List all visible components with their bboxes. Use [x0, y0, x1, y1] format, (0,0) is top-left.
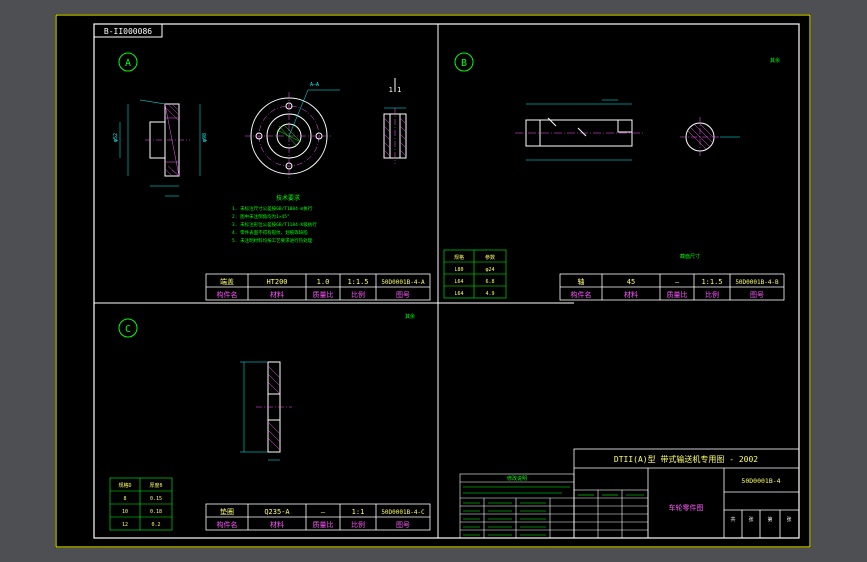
- table-b-r1c1: L80: [454, 267, 463, 273]
- tech-note-4: 4. 零件表面不得有裂纹、划痕等缺陷: [232, 229, 308, 236]
- main-title-code: 50D0001B-4: [741, 477, 780, 485]
- tb-b-h-qty: 质量比: [667, 290, 688, 299]
- roughness-note-b: 其余: [770, 57, 780, 64]
- table-c-r2c1: 10: [122, 509, 128, 515]
- tb-a-qty: 1.0: [317, 278, 330, 286]
- tech-note-3: 3. 未标注形位公差按GB/T1184-K级执行: [232, 221, 317, 228]
- tb-c-code: 50D0001B-4-C: [381, 509, 425, 516]
- view-c-label: C: [125, 324, 131, 335]
- main-title: DTII(A)型 带式输送机专用图 - 2002: [614, 454, 758, 464]
- tb-a-h-material: 材料: [270, 290, 284, 299]
- table-c-r3c1: 12: [122, 522, 128, 528]
- table-c-r3c2: 0.2: [151, 522, 160, 528]
- section-label: 1:1: [389, 86, 402, 94]
- dim-a2: φ98: [202, 133, 208, 142]
- tech-notes-title: 技术要求: [276, 194, 300, 202]
- footer-label-4: 张: [786, 516, 791, 523]
- tb-a-h-qty: 质量比: [313, 290, 334, 299]
- tb-a-code: 50D0001B-4-A: [381, 279, 425, 286]
- view-b-label: B: [461, 58, 467, 69]
- table-b-r2c1: L64: [454, 279, 463, 285]
- tb-c-part: 垫圈: [220, 507, 234, 516]
- tb-c-h-material: 材料: [270, 520, 284, 529]
- footer-label-2: 张: [748, 516, 753, 523]
- table-c-r1c1: 8: [123, 496, 126, 502]
- tb-a-part: 端盖: [220, 277, 234, 286]
- table-b-r1c2: φ24: [485, 267, 494, 273]
- table-b-r3c1: L64: [454, 291, 463, 297]
- table-b-h2: 参数: [485, 254, 495, 261]
- tb-c-h-scale: 比例: [351, 520, 365, 529]
- tb-c-scale: 1:1: [352, 508, 365, 516]
- table-c-h2: 厚度δ: [149, 482, 162, 489]
- table-b-r3c2: 4.9: [485, 291, 494, 297]
- tb-c-h-part: 构件名: [217, 520, 238, 529]
- tb-c-h-qty: 质量比: [313, 520, 334, 529]
- tb-a-material: HT200: [266, 278, 287, 286]
- table-c-r1c2: 0.15: [150, 496, 162, 502]
- footer-label-1: 共: [730, 516, 735, 523]
- table-c-h1: 规格D: [118, 482, 131, 489]
- tb-b-code: 50D0001B-4-B: [735, 279, 779, 286]
- table-c-r2c2: 0.18: [150, 509, 162, 515]
- roughness-note-c: 其余: [405, 313, 415, 320]
- footer-label-3: 第: [767, 516, 772, 523]
- tb-b-h-material: 材料: [624, 290, 638, 299]
- tech-note-5: 5. 未注明材料均按工艺要求进行热处理: [232, 237, 313, 244]
- revision-table-title: 修改说明: [507, 475, 527, 482]
- tb-a-h-part: 构件名: [217, 290, 238, 299]
- tb-b-h-part: 构件名: [571, 290, 592, 299]
- tb-b-scale: 1:1.5: [701, 278, 722, 286]
- dim-a1: φ52: [113, 133, 119, 142]
- view-a-label: A: [125, 58, 131, 69]
- tb-a-h-code: 图号: [396, 291, 410, 299]
- tb-c-h-code: 图号: [396, 521, 410, 529]
- drawing-code: B-II000086: [104, 27, 152, 36]
- section-note: 截面尺寸: [680, 253, 700, 260]
- tech-note-2: 2. 图中未注倒角均为1×45°: [232, 213, 290, 220]
- cad-drawing-canvas: B-II000086 A φ52 φ98 A—A 1:1 技术要求 1. 未标注…: [55, 14, 811, 548]
- tb-a-scale: 1:1.5: [347, 278, 368, 286]
- table-b-h1: 规格: [454, 254, 464, 261]
- tb-b-part: 轴: [578, 277, 585, 286]
- tb-c-material: Q235-A: [264, 508, 290, 516]
- tech-note-1: 1. 未标注尺寸公差按GB/T1804-m执行: [232, 205, 313, 212]
- tb-b-h-code: 图号: [750, 291, 764, 299]
- tb-b-material: 45: [627, 278, 635, 286]
- tb-b-h-scale: 比例: [705, 290, 719, 299]
- flange-top-dim: A—A: [310, 82, 319, 88]
- tb-a-h-scale: 比例: [351, 290, 365, 299]
- main-title-name: 车轮零件图: [669, 503, 704, 512]
- table-b-r2c2: 6.8: [485, 279, 494, 285]
